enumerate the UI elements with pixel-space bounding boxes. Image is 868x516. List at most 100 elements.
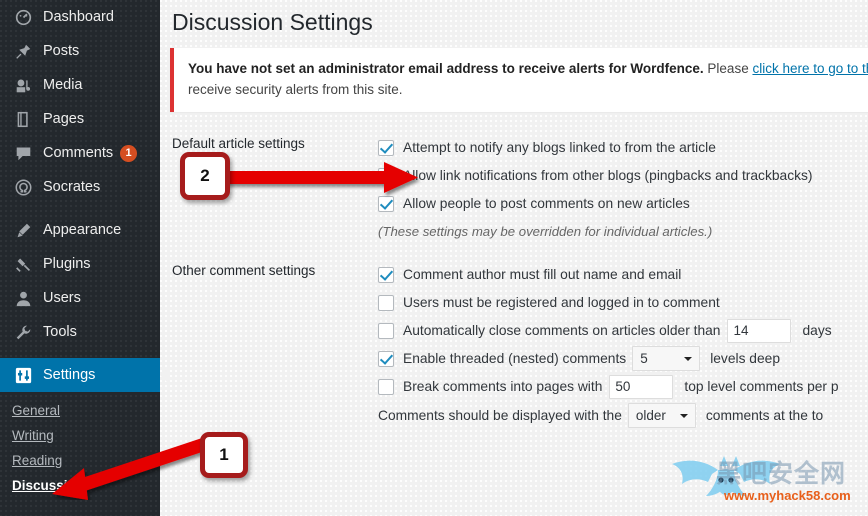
option-label: Comments should be displayed with the xyxy=(378,408,622,424)
user-icon xyxy=(16,291,30,306)
brush-icon xyxy=(17,223,30,237)
sidebar-item-label: Users xyxy=(43,290,81,306)
sidebar-item-label: Socrates xyxy=(43,179,101,195)
sidebar-item-users[interactable]: Users xyxy=(0,281,160,315)
option-label: Automatically close comments on articles… xyxy=(403,323,721,339)
sidebar-item-tools[interactable]: Tools xyxy=(0,315,160,349)
callout-2: 2 xyxy=(180,152,230,200)
sidebar-item-label: Pages xyxy=(43,111,85,127)
sidebar-item-comments[interactable]: Comments 1 xyxy=(0,136,160,170)
notice-bold-text: You have not set an administrator email … xyxy=(188,60,704,76)
input-comments-per-page[interactable]: 50 xyxy=(609,374,674,399)
sidebar-item-settings[interactable]: Settings xyxy=(0,358,168,392)
dashboard-icon xyxy=(12,9,34,26)
notice-link[interactable]: click here to go to th xyxy=(752,61,868,76)
sidebar-item-label: Appearance xyxy=(43,222,122,238)
option-suffix: levels deep xyxy=(710,351,780,367)
pages-icon xyxy=(12,111,34,128)
settings-sliders-icon xyxy=(12,367,34,384)
section-label: Other comment settings xyxy=(172,262,316,278)
pin-icon xyxy=(12,43,34,60)
option-allow-comments-new-articles[interactable]: Allow people to post comments on new art… xyxy=(378,190,868,218)
option-label: Attempt to notify any blogs linked to fr… xyxy=(403,140,716,156)
option-suffix: days xyxy=(802,323,832,339)
media-icon xyxy=(12,77,34,94)
checkbox-comments-per-page[interactable] xyxy=(378,378,394,395)
comment-bubble-icon xyxy=(12,145,34,162)
notice-text-after: receive security alerts from this site. xyxy=(188,81,403,97)
submenu-item-reading[interactable]: Reading xyxy=(0,448,160,473)
checkbox-notify-linked-blogs[interactable] xyxy=(378,139,394,156)
wordpress-admin-screen: Dashboard Posts Media Pages Comments 1 Socrate… xyxy=(0,0,868,516)
submenu-item-writing[interactable]: Writing xyxy=(0,423,160,448)
sidebar-item-dashboard[interactable]: Dashboard xyxy=(0,0,160,34)
page-title: Discussion Settings xyxy=(172,9,373,35)
option-require-name-email[interactable]: Comment author must fill out name and em… xyxy=(378,261,868,289)
option-label: Allow people to post comments on new art… xyxy=(403,196,690,212)
settings-sliders-icon xyxy=(15,367,31,383)
select-threaded-comments-depth[interactable]: 5 xyxy=(632,346,701,372)
section-label: Default article settings xyxy=(172,135,305,151)
checkbox-require-name-email[interactable] xyxy=(378,266,394,283)
section-default-article-settings: Default article settings Attempt to notif… xyxy=(160,134,868,239)
plug-icon xyxy=(12,256,34,273)
option-suffix: comments at the to xyxy=(705,408,824,424)
option-label: Allow link notifications from other blog… xyxy=(403,168,813,184)
option-close-comments-days[interactable]: Automatically close comments on articles… xyxy=(378,317,868,345)
settings-submenu: General Writing Reading Discussion xyxy=(0,392,160,502)
sidebar-item-appearance[interactable]: Appearance xyxy=(0,213,160,247)
option-suffix: top level comments per p xyxy=(684,379,839,395)
input-close-comments-days[interactable]: 14 xyxy=(727,318,792,343)
discussion-settings-form: Default article settings Attempt to notif… xyxy=(160,134,868,431)
omega-icon xyxy=(12,179,34,196)
option-label: Users must be registered and logged in t… xyxy=(403,295,720,311)
sidebar-menu: Dashboard Posts Media Pages Comments 1 Socrate… xyxy=(0,0,168,392)
sidebar-item-posts[interactable]: Posts xyxy=(0,34,160,68)
sidebar-item-socrates[interactable]: Socrates xyxy=(0,170,160,204)
sidebar-item-media[interactable]: Media xyxy=(0,68,160,102)
sidebar-item-label: Posts xyxy=(43,43,80,59)
sidebar-item-label: Dashboard xyxy=(43,9,114,25)
section-fields: Attempt to notify any blogs linked to fr… xyxy=(378,134,868,239)
checkbox-threaded-comments-depth[interactable] xyxy=(378,350,394,367)
submenu-item-general[interactable]: General xyxy=(0,398,160,423)
content-area: Discussion Settings You have not set an … xyxy=(160,0,868,516)
select-value: older xyxy=(635,408,666,424)
option-label: Break comments into pages with xyxy=(403,379,603,395)
checkbox-allow-comments-new-articles[interactable] xyxy=(378,195,394,212)
sidebar-separator xyxy=(0,204,160,213)
section-other-comment-settings: Other comment settings Comment author mus… xyxy=(160,261,868,431)
sidebar-item-label: Settings xyxy=(43,367,96,383)
user-icon xyxy=(12,290,34,307)
checkbox-require-registration[interactable] xyxy=(378,294,394,311)
sidebar-item-label: Tools xyxy=(43,324,77,340)
sidebar-item-label: Comments xyxy=(43,145,114,161)
omega-icon xyxy=(15,179,31,195)
submenu-item-discussion[interactable]: Discussion xyxy=(0,473,160,498)
checkbox-allow-pingbacks[interactable] xyxy=(378,167,394,184)
brush-icon xyxy=(12,222,34,239)
sidebar-separator xyxy=(0,349,160,358)
checkbox-close-comments-days[interactable] xyxy=(378,322,394,339)
option-label: Comment author must fill out name and em… xyxy=(403,267,682,283)
option-notify-linked-blogs[interactable]: Attempt to notify any blogs linked to fr… xyxy=(378,134,868,162)
plug-icon xyxy=(15,258,30,272)
select-comment-order[interactable]: older xyxy=(627,403,696,429)
admin-sidebar: Dashboard Posts Media Pages Comments 1 Socrate… xyxy=(0,0,168,516)
comments-count-badge: 1 xyxy=(120,144,138,162)
option-threaded-comments-depth[interactable]: Enable threaded (nested) comments 5 levels… xyxy=(378,345,868,373)
pin-icon xyxy=(15,44,30,59)
wordfence-notice: You have not set an administrator email … xyxy=(170,47,868,112)
option-label: Enable threaded (nested) comments xyxy=(403,351,627,367)
media-icon xyxy=(16,79,30,92)
comment-bubble-icon xyxy=(16,147,30,160)
sidebar-item-plugins[interactable]: Plugins xyxy=(0,247,160,281)
select-value: 5 xyxy=(640,351,648,367)
option-require-registration[interactable]: Users must be registered and logged in t… xyxy=(378,289,868,317)
callout-1: 1 xyxy=(200,432,248,478)
sidebar-item-label: Plugins xyxy=(43,256,91,272)
section-hint: (These settings may be overridden for in… xyxy=(378,223,713,239)
option-comments-per-page[interactable]: Break comments into pages with 50 top leve… xyxy=(378,373,868,401)
option-allow-pingbacks[interactable]: Allow link notifications from other blog… xyxy=(378,162,868,190)
sidebar-item-pages[interactable]: Pages xyxy=(0,102,160,136)
